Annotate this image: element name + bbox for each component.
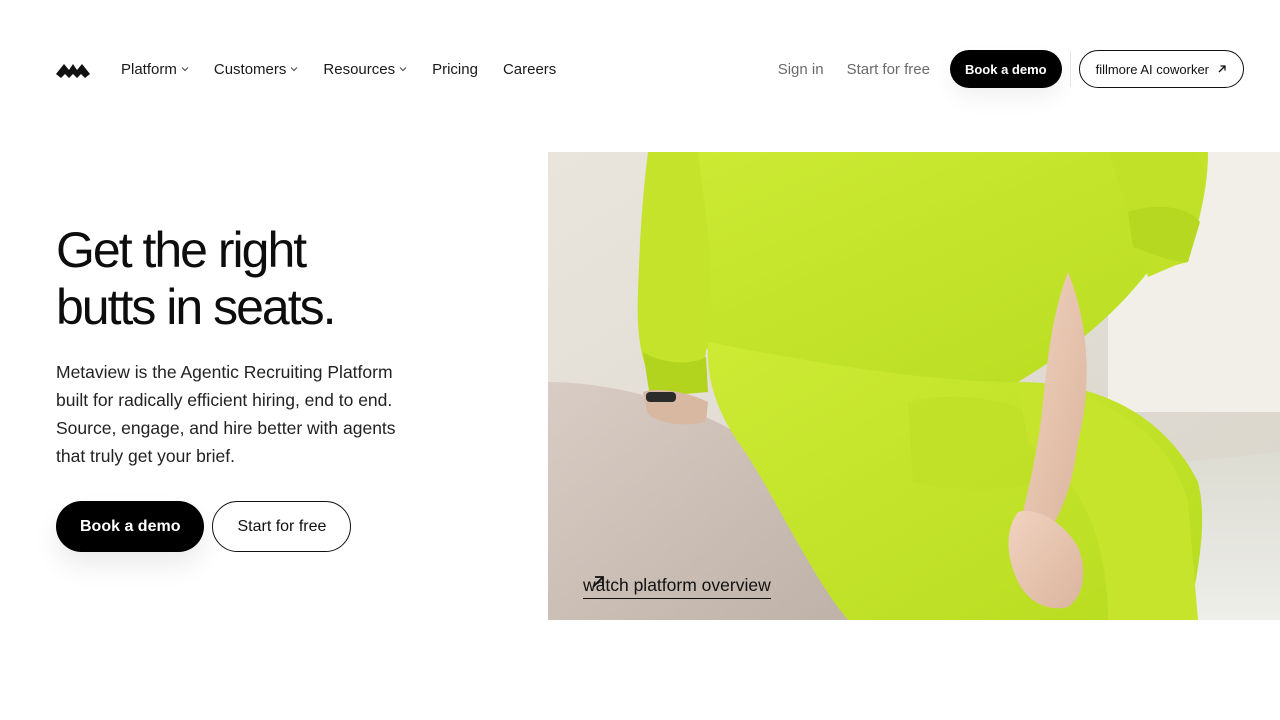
- divider: [1069, 51, 1071, 87]
- hero-description-line: Source, engage, and hire better with age…: [56, 418, 396, 438]
- ai-coworker-label: fillmore AI coworker: [1095, 61, 1209, 77]
- nav-item-pricing[interactable]: Pricing: [432, 61, 478, 78]
- watch-link-label: watch platform overview: [583, 575, 771, 595]
- hero-title-line: butts in seats.: [56, 279, 337, 335]
- hero-photo: watch platform overview: [548, 152, 1280, 620]
- hero-book-demo-label: Book a demo: [80, 517, 181, 535]
- book-demo-button[interactable]: Book a demo: [949, 50, 1062, 88]
- hero-description-line: that truly get your brief.: [56, 446, 235, 466]
- book-demo-label: Book a demo: [964, 61, 1047, 77]
- watch-platform-overview-link[interactable]: watch platform overview: [583, 575, 771, 599]
- sign-in-link[interactable]: Sign in: [778, 61, 824, 78]
- start-for-free-link[interactable]: Start for free: [847, 61, 930, 78]
- nav-item-label: Customers: [213, 60, 287, 78]
- hero-start-free-button[interactable]: Start for free: [212, 501, 352, 552]
- nav-item-resources[interactable]: Resources: [323, 61, 407, 78]
- nav-item-label: Platform: [121, 60, 177, 78]
- chevron-down-icon: [290, 67, 298, 72]
- nav-item-label: Resources: [323, 60, 396, 78]
- hero-photo-illustration: [548, 152, 1280, 620]
- ai-coworker-button[interactable]: fillmore AI coworker: [1078, 50, 1244, 88]
- nav-item-label: Pricing: [432, 60, 478, 78]
- nav-item-platform[interactable]: Platform: [121, 61, 189, 78]
- nav-item-careers[interactable]: Careers: [503, 61, 556, 78]
- arrow-up-right-icon: [592, 576, 604, 588]
- hero-description-line: Metaview is the Agentic Recruiting Platf…: [56, 362, 393, 382]
- chevron-down-icon: [399, 67, 407, 72]
- nav-actions: Sign in Start for free Book a demo fillm…: [778, 50, 1244, 88]
- arrow-up-right-icon: [1218, 65, 1226, 73]
- hero-book-demo-button[interactable]: Book a demo: [56, 501, 205, 552]
- hero-description: Metaview is the Agentic Recruiting Platf…: [56, 358, 476, 470]
- top-navigation: Platform Customers Resources Pricing Car…: [0, 0, 1280, 138]
- chevron-down-icon: [181, 67, 189, 72]
- nav-item-customers[interactable]: Customers: [214, 61, 299, 78]
- metaview-logo-icon[interactable]: [56, 58, 90, 80]
- hero-description-line: built for radically efficient hiring, en…: [56, 390, 393, 410]
- nav-item-label: Careers: [502, 60, 557, 78]
- hero-start-free-label: Start for free: [237, 517, 327, 535]
- primary-nav-links: Platform Customers Resources Pricing Car…: [121, 58, 581, 80]
- hero-cta-group: Book a demo Start for free: [56, 501, 352, 552]
- hero-title-line: Get the right: [56, 222, 307, 278]
- hero-title: Get the right butts in seats.: [56, 222, 526, 336]
